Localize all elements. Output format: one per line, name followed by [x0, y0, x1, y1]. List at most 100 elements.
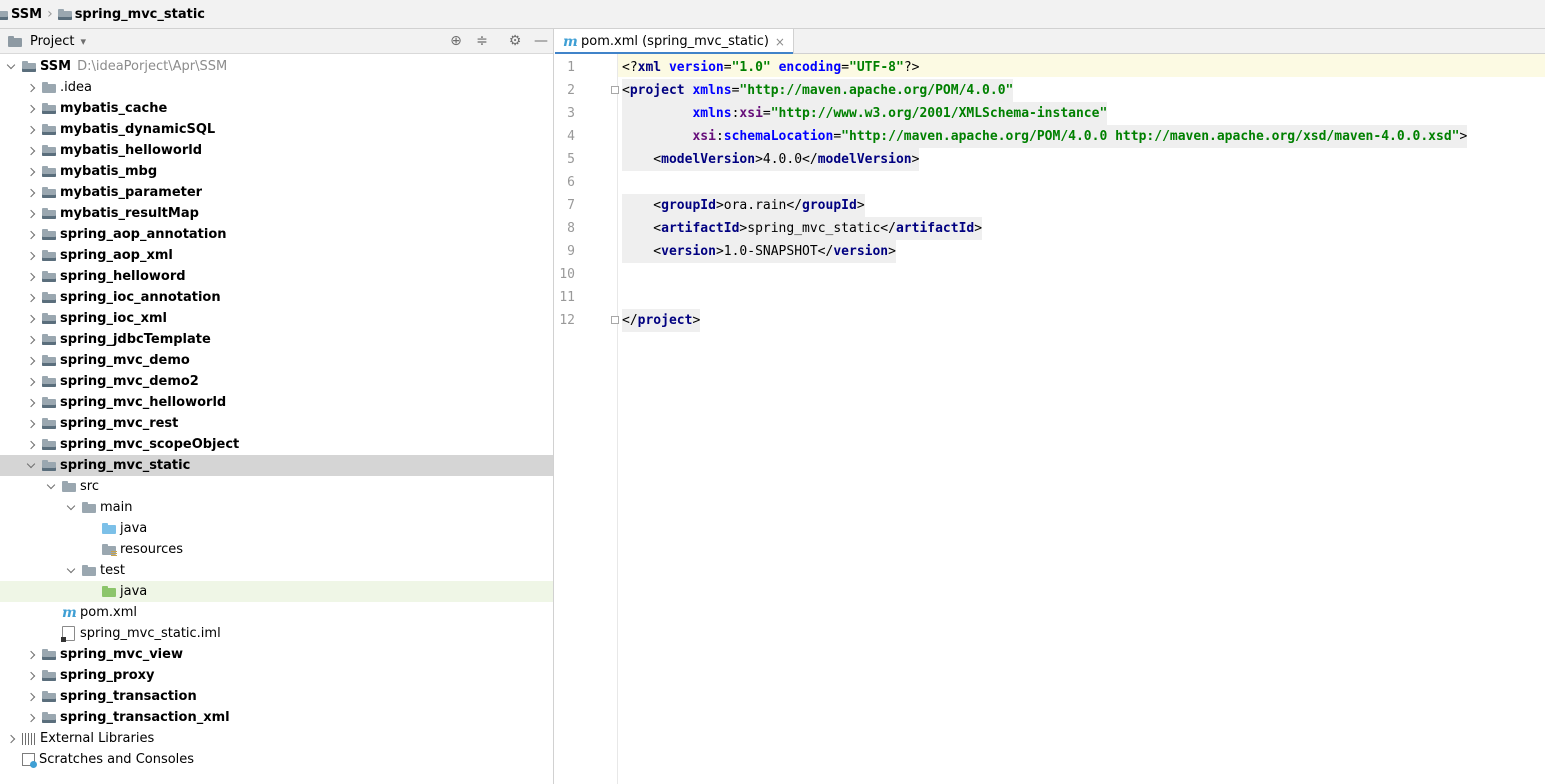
line-number: 6	[567, 175, 575, 190]
tree-item[interactable]: spring_mvc_demo2	[0, 371, 553, 392]
chevron-right-icon[interactable]	[26, 398, 36, 408]
tree-item[interactable]: spring_ioc_xml	[0, 308, 553, 329]
tree-item[interactable]: spring_mvc_static.iml	[0, 623, 553, 644]
tree-item-label: spring_ioc_annotation	[60, 290, 221, 305]
code-token: schemaLocation	[723, 129, 834, 144]
tree-item[interactable]: External Libraries	[0, 728, 553, 749]
chevron-right-icon[interactable]	[26, 104, 36, 114]
tree-item[interactable]: SSM D:\ideaPorject\Apr\SSM	[0, 56, 553, 77]
breadcrumb-root[interactable]: SSM	[0, 7, 42, 22]
collapse-all-icon[interactable]: ≑	[473, 32, 491, 50]
chevron-right-icon[interactable]	[26, 209, 36, 219]
chevron-right-icon[interactable]	[26, 440, 36, 450]
chevron-right-icon[interactable]	[26, 377, 36, 387]
chevron-down-icon[interactable]	[46, 482, 56, 492]
chevron-right-icon[interactable]	[26, 146, 36, 156]
code-editor[interactable]: <?xml version="1.0" encoding="UTF-8"?> <p…	[618, 54, 1545, 784]
chevron-down-icon[interactable]	[6, 62, 16, 72]
chevron-right-icon[interactable]	[26, 650, 36, 660]
tree-item-label: spring_mvc_demo	[60, 353, 190, 368]
tree-item[interactable]: mybatis_helloworld	[0, 140, 553, 161]
tree-item-label: SSM	[40, 59, 72, 74]
chevron-right-icon[interactable]	[26, 251, 36, 261]
tree-item[interactable]: .idea	[0, 77, 553, 98]
tree-item[interactable]: mybatis_cache	[0, 98, 553, 119]
breadcrumb-current[interactable]: spring_mvc_static	[57, 6, 205, 22]
tree-item[interactable]: spring_mvc_helloworld	[0, 392, 553, 413]
locate-file-icon[interactable]: ⊕	[447, 32, 465, 50]
module-folder-icon	[42, 334, 56, 345]
chevron-right-icon[interactable]	[26, 356, 36, 366]
tree-item[interactable]: spring_aop_xml	[0, 245, 553, 266]
chevron-right-icon[interactable]	[6, 734, 16, 744]
gear-icon[interactable]: ⚙	[506, 32, 524, 50]
iml-file-icon	[61, 626, 75, 642]
minimize-icon[interactable]: —	[532, 32, 550, 50]
line-number: 3	[567, 106, 575, 121]
module-folder-icon	[42, 712, 56, 723]
tree-item[interactable]: mybatis_parameter	[0, 182, 553, 203]
chevron-right-icon[interactable]	[26, 125, 36, 135]
tree-item[interactable]: mybatis_resultMap	[0, 203, 553, 224]
tree-item-label: spring_mvc_scopeObject	[60, 437, 240, 452]
tree-item-label: spring_mvc_helloworld	[60, 395, 227, 410]
project-tool-window: Project ▾ ⊕ ≑ ⚙ — SSM D:\ideaPorject\Apr\…	[0, 29, 554, 784]
chevron-right-icon[interactable]	[26, 419, 36, 429]
tree-item[interactable]: mybatis_dynamicSQL	[0, 119, 553, 140]
tree-item[interactable]: spring_jdbcTemplate	[0, 329, 553, 350]
tree-item[interactable]: spring_transaction	[0, 686, 553, 707]
tree-item-label: spring_mvc_view	[60, 647, 183, 662]
code-token: xml	[637, 60, 662, 75]
tree-item[interactable]: spring_mvc_rest	[0, 413, 553, 434]
code-line: <modelVersion>4.0.0</modelVersion>	[622, 148, 920, 171]
tree-item[interactable]: spring_mvc_view	[0, 644, 553, 665]
tree-item[interactable]: spring_aop_annotation	[0, 224, 553, 245]
tree-item[interactable]: Scratches and Consoles	[0, 749, 553, 770]
chevron-right-icon[interactable]	[26, 188, 36, 198]
tree-item[interactable]: spring_proxy	[0, 665, 553, 686]
chevron-right-icon[interactable]	[26, 83, 36, 93]
line-number: 7	[567, 198, 575, 213]
chevron-right-icon[interactable]	[26, 671, 36, 681]
chevron-right-icon[interactable]	[26, 272, 36, 282]
tree-item[interactable]: java	[0, 518, 553, 539]
chevron-right-icon[interactable]	[26, 314, 36, 324]
tree-item[interactable]: test	[0, 560, 553, 581]
tree-item[interactable]: resources	[0, 539, 553, 560]
chevron-down-icon[interactable]	[26, 461, 36, 471]
chevron-right-icon[interactable]	[26, 230, 36, 240]
chevron-right-icon[interactable]	[26, 692, 36, 702]
chevron-right-icon[interactable]	[26, 713, 36, 723]
tree-item[interactable]: spring_helloword	[0, 266, 553, 287]
line-number: 12	[559, 313, 575, 328]
breadcrumb-current-label: spring_mvc_static	[74, 6, 205, 22]
line-number: 8	[567, 221, 575, 236]
tree-item[interactable]: java	[0, 581, 553, 602]
tree-item[interactable]: m pom.xml	[0, 602, 553, 623]
chevron-right-icon[interactable]	[26, 293, 36, 303]
tree-item[interactable]: src	[0, 476, 553, 497]
chevron-right-icon[interactable]	[26, 335, 36, 345]
tree-item[interactable]: spring_mvc_scopeObject	[0, 434, 553, 455]
tree-item[interactable]: spring_mvc_static	[0, 455, 553, 476]
tree-item[interactable]: spring_ioc_annotation	[0, 287, 553, 308]
code-token: xsi	[692, 129, 716, 144]
code-line: </project>	[622, 309, 701, 332]
module-folder-icon	[42, 292, 56, 303]
tree-item[interactable]: spring_transaction_xml	[0, 707, 553, 728]
chevron-down-icon[interactable]	[66, 503, 76, 513]
close-icon[interactable]: ×	[775, 35, 785, 49]
chevron-right-icon[interactable]	[26, 167, 36, 177]
tree-item-path: D:\ideaPorject\Apr\SSM	[77, 59, 228, 74]
code-token: artifactId	[661, 221, 740, 236]
tree-item[interactable]: mybatis_mbg	[0, 161, 553, 182]
tree-item[interactable]: main	[0, 497, 553, 518]
tab-pom-xml[interactable]: m pom.xml (spring_mvc_static) ×	[555, 29, 794, 55]
code-token: </	[622, 313, 638, 328]
project-view-selector[interactable]: Project ▾	[30, 34, 86, 49]
chevron-down-icon[interactable]	[66, 566, 76, 576]
tree-item[interactable]: spring_mvc_demo	[0, 350, 553, 371]
code-token: =	[833, 129, 842, 144]
